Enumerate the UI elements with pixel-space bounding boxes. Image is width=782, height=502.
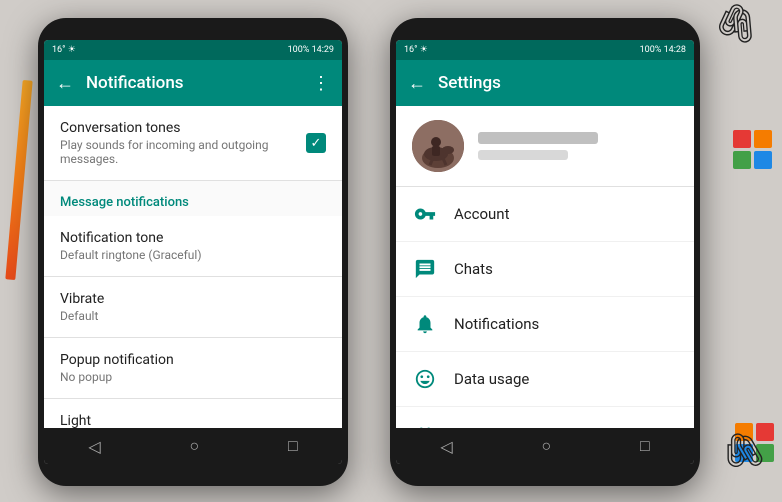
- status-bar-left-info: 16° ☀: [52, 45, 76, 55]
- block-green: [733, 151, 751, 169]
- account-icon: [412, 201, 438, 227]
- settings-data-usage-item[interactable]: Data usage: [396, 352, 694, 407]
- nav-home-right[interactable]: ○: [541, 436, 551, 456]
- conversation-tones-item[interactable]: Conversation tones Play sounds for incom…: [44, 106, 342, 181]
- block-red: [733, 130, 751, 148]
- light-item[interactable]: Light Green: [44, 399, 342, 428]
- popup-notification-item[interactable]: Popup notification No popup: [44, 338, 342, 399]
- notification-tone-item[interactable]: Notification tone Default ringtone (Grac…: [44, 216, 342, 277]
- app-title-left: Notifications: [86, 73, 300, 93]
- avatar-image: [412, 120, 464, 172]
- vibrate-sub: Default: [60, 309, 326, 323]
- chats-label: Chats: [454, 260, 493, 278]
- conversation-tones-text: Conversation tones Play sounds for incom…: [60, 120, 306, 166]
- nav-home-left[interactable]: ○: [189, 436, 199, 456]
- notifications-content: Conversation tones Play sounds for incom…: [44, 106, 342, 428]
- status-temp-right: 16° ☀: [404, 45, 428, 55]
- conversation-tones-checkbox[interactable]: [306, 133, 326, 153]
- status-battery-time-right: 100% 14:28: [640, 45, 686, 55]
- app-bar-right: ← Settings: [396, 60, 694, 106]
- profile-status-blurred: [478, 150, 568, 160]
- conversation-tones-row: Conversation tones Play sounds for incom…: [60, 120, 326, 166]
- nav-bar-left: ◁ ○ □: [44, 428, 342, 464]
- contacts-icon: [412, 421, 438, 428]
- vibrate-title: Vibrate: [60, 291, 326, 307]
- status-bar-left: 16° ☀ 100% 14:29: [44, 40, 342, 60]
- data-usage-icon: [412, 366, 438, 392]
- conversation-tones-title: Conversation tones: [60, 120, 306, 136]
- status-bar-right-left: 16° ☀: [404, 45, 428, 55]
- color-blocks-top-right: [733, 130, 772, 169]
- vibrate-item[interactable]: Vibrate Default: [44, 277, 342, 338]
- app-title-right: Settings: [438, 73, 682, 93]
- more-button-left[interactable]: ⋮: [312, 73, 330, 94]
- back-button-left[interactable]: ←: [56, 73, 74, 94]
- back-button-right[interactable]: ←: [408, 73, 426, 94]
- status-battery-time: 100% 14:29: [288, 45, 334, 55]
- app-bar-left: ← Notifications ⋮: [44, 60, 342, 106]
- nav-back-right[interactable]: ◁: [440, 437, 452, 456]
- phone-right: 16° ☀ 100% 14:28 ← Settings: [390, 18, 700, 486]
- notifications-icon: [412, 311, 438, 337]
- status-bar-right: 16° ☀ 100% 14:28: [396, 40, 694, 60]
- profile-name-blurred: [478, 132, 598, 144]
- settings-content: Account Chats: [396, 106, 694, 428]
- nav-recents-right[interactable]: □: [640, 436, 650, 456]
- data-usage-label: Data usage: [454, 370, 529, 388]
- status-temp: 16° ☀: [52, 45, 76, 55]
- profile-section[interactable]: [396, 106, 694, 187]
- message-notifications-header: Message notifications: [44, 181, 342, 216]
- popup-notification-title: Popup notification: [60, 352, 326, 368]
- block-blue: [754, 151, 772, 169]
- phone-right-screen: 16° ☀ 100% 14:28 ← Settings: [396, 40, 694, 464]
- phone-right-content: 16° ☀ 100% 14:28 ← Settings: [396, 40, 694, 464]
- nav-back-left[interactable]: ◁: [88, 437, 100, 456]
- phone-left: 16° ☀ 100% 14:29 ← Notifications ⋮ Con: [38, 18, 348, 486]
- settings-notifications-item[interactable]: Notifications: [396, 297, 694, 352]
- light-title: Light: [60, 413, 326, 428]
- block-orange: [754, 130, 772, 148]
- settings-chats-item[interactable]: Chats: [396, 242, 694, 297]
- phone-left-content: 16° ☀ 100% 14:29 ← Notifications ⋮ Con: [44, 40, 342, 464]
- notification-tone-sub: Default ringtone (Graceful): [60, 248, 326, 262]
- nav-bar-right: ◁ ○ □: [396, 428, 694, 464]
- status-bar-right-info: 100% 14:29: [288, 45, 334, 55]
- phone-left-screen: 16° ☀ 100% 14:29 ← Notifications ⋮ Con: [44, 40, 342, 464]
- notifications-label: Notifications: [454, 315, 539, 333]
- popup-notification-sub: No popup: [60, 370, 326, 384]
- chats-icon: [412, 256, 438, 282]
- profile-info: [478, 132, 678, 160]
- account-label: Account: [454, 205, 510, 223]
- nav-recents-left[interactable]: □: [288, 436, 298, 456]
- settings-contacts-item[interactable]: Contacts: [396, 407, 694, 428]
- profile-avatar: [412, 120, 464, 172]
- settings-account-item[interactable]: Account: [396, 187, 694, 242]
- message-notifications-label: Message notifications: [60, 195, 189, 210]
- conversation-tones-sub: Play sounds for incoming and outgoing me…: [60, 138, 306, 166]
- binder-clip-top: 🖇: [711, 0, 763, 48]
- status-bar-right-right: 100% 14:28: [640, 45, 686, 55]
- notification-tone-title: Notification tone: [60, 230, 326, 246]
